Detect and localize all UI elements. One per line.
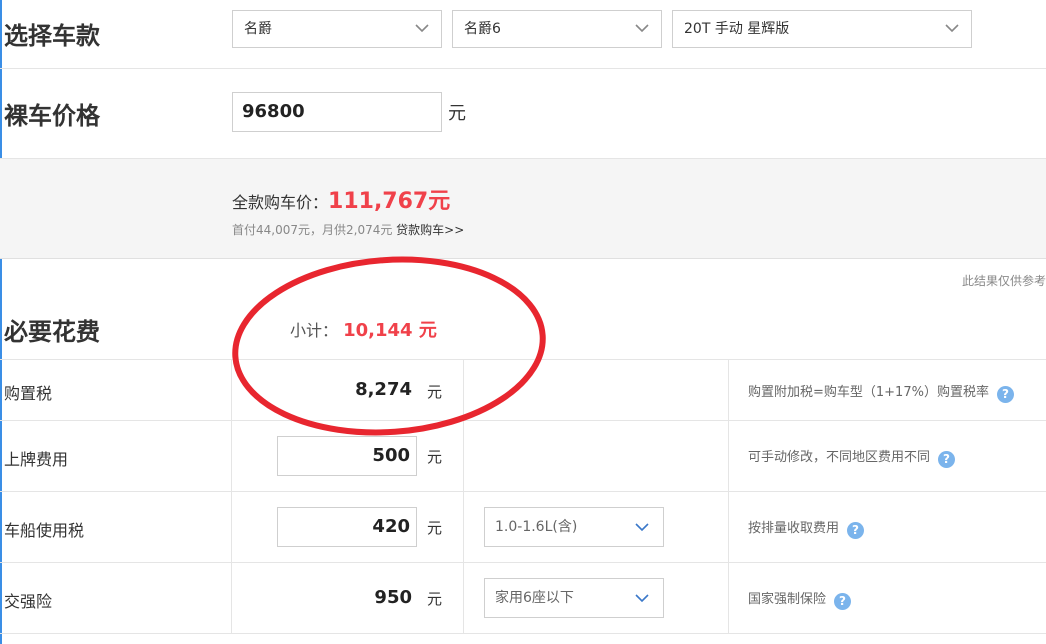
purchase-tax-label: 购置税 <box>4 384 53 403</box>
compulsory-insurance-note: 国家强制保险? <box>748 588 852 610</box>
model-select-value: 20T 手动 星辉版 <box>684 21 790 37</box>
seat-type-select-value: 家用6座以下 <box>495 590 574 606</box>
help-icon[interactable]: ? <box>834 593 852 610</box>
brand-select[interactable]: 名爵 <box>232 10 442 48</box>
series-select[interactable]: 名爵6 <box>452 10 662 48</box>
purchase-tax-note-text: 购置附加税=购车型（1+17%）购置税率 <box>748 385 989 400</box>
total-price-line: 全款购车价：111,767元 <box>232 183 450 215</box>
purchase-tax-unit: 元 <box>427 383 443 401</box>
vehicle-tax-note: 按排量收取费用? <box>748 517 865 539</box>
compulsory-insurance-label: 交强险 <box>4 592 53 611</box>
chevron-down-icon <box>415 24 429 33</box>
payment-summary: 首付44,007元，月供2,074元 贷款购车>> <box>232 221 464 238</box>
table-row: 购置税 8,274 元 购置附加税=购车型（1+17%）购置税率? <box>0 360 1046 421</box>
compulsory-insurance-unit: 元 <box>427 590 443 608</box>
plate-fee-unit: 元 <box>427 448 443 466</box>
select-car-row: 选择车款 名爵 名爵6 20T 手动 星辉版 <box>0 0 1046 69</box>
select-car-title: 选择车款 <box>4 22 100 50</box>
model-select[interactable]: 20T 手动 星辉版 <box>672 10 972 48</box>
reference-note: 此结果仅供参考 <box>961 274 1046 288</box>
seat-type-select[interactable]: 家用6座以下 <box>484 578 664 618</box>
chevron-down-icon <box>635 594 649 603</box>
purchase-tax-note: 购置附加税=购车型（1+17%）购置税率? <box>748 381 1014 403</box>
chevron-down-icon <box>635 24 649 33</box>
chevron-down-icon <box>945 24 959 33</box>
help-icon[interactable]: ? <box>996 386 1014 403</box>
help-icon[interactable]: ? <box>938 451 956 468</box>
vehicle-tax-note-text: 按排量收取费用 <box>748 521 840 536</box>
plate-fee-note-text: 可手动修改，不同地区费用不同 <box>748 450 931 465</box>
down-payment-text: 首付44,007元，月供2,074元 <box>232 223 393 237</box>
total-price-label: 全款购车价： <box>232 193 329 212</box>
compulsory-insurance-value: 950 <box>374 587 412 608</box>
table-row: 交强险 950 元 家用6座以下 国家强制保险? <box>0 563 1046 634</box>
required-costs-title: 必要花费 <box>4 318 100 346</box>
bare-price-unit: 元 <box>448 103 466 124</box>
bare-price-title: 裸车价格 <box>4 102 100 130</box>
bare-price-input[interactable]: 96800 <box>232 92 442 132</box>
total-price-panel: 全款购车价：111,767元 首付44,007元，月供2,074元 贷款购车>> <box>0 159 1046 259</box>
compulsory-insurance-note-text: 国家强制保险 <box>748 592 827 607</box>
displacement-select-value: 1.0-1.6L(含) <box>495 519 578 535</box>
vehicle-tax-label: 车船使用税 <box>4 521 85 540</box>
plate-fee-note: 可手动修改，不同地区费用不同? <box>748 446 956 468</box>
vehicle-tax-unit: 元 <box>427 519 443 537</box>
vehicle-tax-input[interactable]: 420 <box>277 507 417 547</box>
subtotal: 小计： 10,144 元 <box>290 316 437 342</box>
subtotal-label: 小计： <box>290 321 339 340</box>
total-price-value: 111,767元 <box>328 189 451 214</box>
table-row: 车船使用税 420 元 1.0-1.6L(含) 按排量收取费用? <box>0 492 1046 563</box>
chevron-down-icon <box>635 523 649 532</box>
purchase-tax-value: 8,274 <box>355 379 412 400</box>
loan-purchase-link[interactable]: 贷款购车>> <box>396 223 464 237</box>
table-row: 上牌费用 500 元 可手动修改，不同地区费用不同? <box>0 421 1046 492</box>
plate-fee-input[interactable]: 500 <box>277 436 417 476</box>
required-costs-table: 购置税 8,274 元 购置附加税=购车型（1+17%）购置税率? 上牌费用 5… <box>0 359 1046 634</box>
series-select-value: 名爵6 <box>464 21 501 37</box>
displacement-select[interactable]: 1.0-1.6L(含) <box>484 507 664 547</box>
subtotal-value: 10,144 元 <box>343 320 437 341</box>
help-icon[interactable]: ? <box>847 522 865 539</box>
plate-fee-label: 上牌费用 <box>4 450 69 469</box>
bare-price-row: 裸车价格 96800 元 <box>0 69 1046 159</box>
brand-select-value: 名爵 <box>244 21 272 37</box>
